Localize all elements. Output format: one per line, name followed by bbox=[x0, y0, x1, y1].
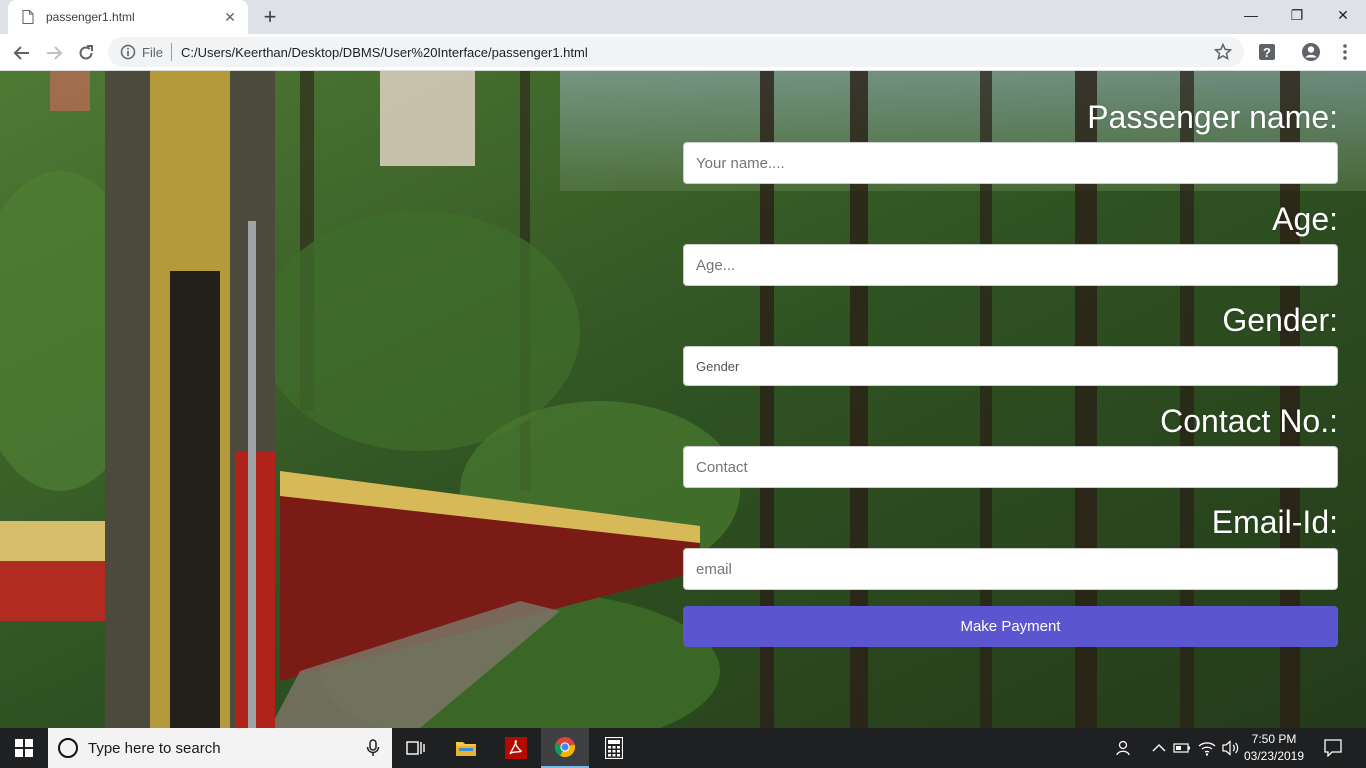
new-tab-button[interactable]: + bbox=[258, 5, 282, 29]
arrow-right-icon bbox=[47, 46, 63, 60]
make-payment-button[interactable]: Make Payment bbox=[683, 606, 1338, 647]
passenger-name-input[interactable] bbox=[683, 142, 1338, 184]
speaker-icon bbox=[1222, 740, 1239, 756]
info-icon[interactable] bbox=[120, 44, 136, 60]
wifi-glyph-icon bbox=[1198, 742, 1216, 756]
close-tab-icon[interactable]: ✕ bbox=[222, 9, 238, 26]
back-button[interactable] bbox=[8, 39, 36, 67]
address-bar[interactable]: File C:/Users/Keerthan/Desktop/DBMS/User… bbox=[108, 37, 1244, 67]
volume-icon[interactable] bbox=[1221, 738, 1241, 758]
pdf-icon bbox=[505, 737, 527, 759]
url-text[interactable]: C:/Users/Keerthan/Desktop/DBMS/User%20In… bbox=[181, 45, 1214, 60]
passenger-name-label: Passenger name: bbox=[1087, 99, 1338, 135]
file-icon bbox=[22, 10, 34, 24]
microphone-icon[interactable] bbox=[366, 739, 380, 757]
notification-icon bbox=[1324, 739, 1342, 757]
email-label: Email-Id: bbox=[1211, 504, 1338, 540]
minimize-button[interactable]: — bbox=[1228, 0, 1274, 30]
tab-strip: passenger1.html ✕ + — ❐ ✕ bbox=[0, 0, 1366, 34]
cortana-icon bbox=[58, 738, 78, 758]
system-clock[interactable]: 7:50 PM 03/23/2019 bbox=[1240, 731, 1308, 765]
task-view-button[interactable] bbox=[392, 728, 440, 768]
forward-button[interactable] bbox=[40, 39, 68, 67]
contact-label: Contact No.: bbox=[1160, 403, 1338, 439]
gender-select[interactable]: Gender bbox=[683, 346, 1338, 386]
browser-tab[interactable]: passenger1.html ✕ bbox=[8, 0, 248, 34]
email-input[interactable] bbox=[683, 548, 1338, 590]
omnibox-divider bbox=[170, 43, 172, 61]
action-center-button[interactable] bbox=[1323, 738, 1343, 758]
scheme-label: File bbox=[142, 44, 163, 60]
clock-time: 7:50 PM bbox=[1251, 732, 1297, 746]
page-viewport: Passenger name: Age: Gender: Gender Cont… bbox=[0, 71, 1366, 728]
show-hidden-icons-chevron-up-icon[interactable] bbox=[1149, 738, 1169, 758]
taskbar-search-text: Type here to search bbox=[88, 739, 221, 757]
gender-select-value: Gender bbox=[696, 358, 740, 374]
start-button[interactable] bbox=[0, 728, 48, 768]
account-icon bbox=[1302, 43, 1320, 61]
profile-button[interactable] bbox=[1300, 41, 1322, 63]
browser-toolbar: File C:/Users/Keerthan/Desktop/DBMS/User… bbox=[0, 34, 1366, 71]
file-explorer-button[interactable] bbox=[442, 728, 490, 768]
taskbar-search[interactable]: Type here to search bbox=[48, 728, 392, 768]
clock-date: 03/23/2019 bbox=[1243, 749, 1305, 763]
wifi-icon[interactable] bbox=[1197, 738, 1217, 758]
people-glyph-icon bbox=[1116, 740, 1130, 756]
tab-title: passenger1.html bbox=[46, 10, 135, 24]
calculator-icon bbox=[605, 737, 623, 759]
close-window-button[interactable]: ✕ bbox=[1320, 0, 1366, 30]
reload-button[interactable] bbox=[72, 39, 100, 67]
contact-input[interactable] bbox=[683, 446, 1338, 488]
windows-logo-icon bbox=[15, 739, 33, 757]
menu-button[interactable] bbox=[1334, 41, 1356, 63]
extension-help-button[interactable]: ? bbox=[1256, 41, 1278, 63]
calculator-button[interactable] bbox=[590, 728, 638, 768]
chrome-button[interactable] bbox=[541, 728, 589, 768]
gender-label: Gender: bbox=[1222, 302, 1338, 338]
acrobat-button[interactable] bbox=[492, 728, 540, 768]
folder-icon bbox=[456, 742, 476, 756]
maximize-button[interactable]: ❐ bbox=[1274, 0, 1320, 30]
reload-icon bbox=[79, 45, 93, 60]
age-input[interactable] bbox=[683, 244, 1338, 286]
bookmark-star-icon[interactable] bbox=[1214, 43, 1232, 61]
age-label: Age: bbox=[1272, 201, 1338, 237]
svg-text:?: ? bbox=[1263, 45, 1271, 60]
help-icon: ? bbox=[1259, 44, 1275, 60]
taskbar: Type here to search 7:50 PM 03/23/2019 bbox=[0, 728, 1366, 768]
chrome-icon bbox=[554, 737, 576, 758]
chevron-up-icon bbox=[1152, 744, 1166, 752]
arrow-left-icon bbox=[13, 46, 29, 60]
task-view-icon bbox=[406, 741, 425, 755]
battery-glyph-icon bbox=[1173, 743, 1190, 753]
people-icon[interactable] bbox=[1113, 738, 1133, 758]
battery-icon[interactable] bbox=[1172, 738, 1192, 758]
more-vertical-icon bbox=[1343, 44, 1347, 60]
